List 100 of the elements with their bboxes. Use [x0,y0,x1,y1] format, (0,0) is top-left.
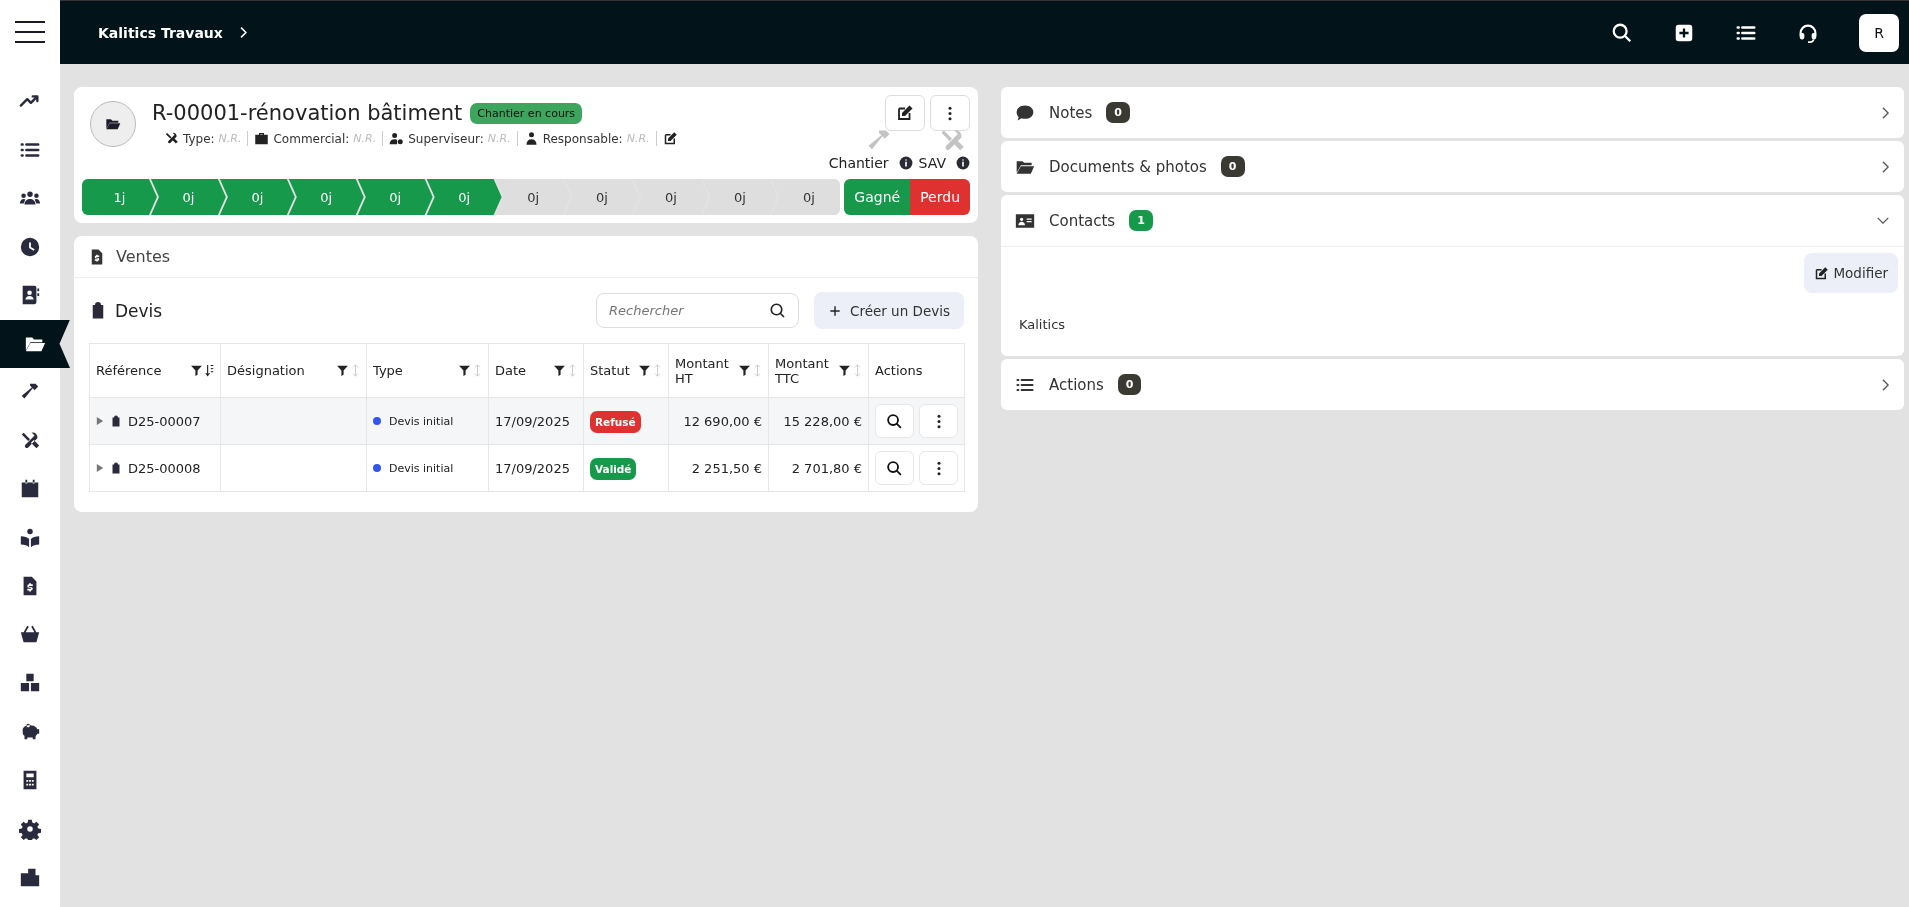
panel-title: Notes [1049,103,1093,122]
count-badge: 0 [1106,102,1130,123]
sort-icon[interactable] [205,363,214,378]
stage-step[interactable]: 0j [426,179,502,215]
count-badge: 1 [1129,210,1153,231]
chevron-right-icon[interactable] [1881,105,1890,120]
stage-step[interactable]: 0j [633,179,709,215]
column-header[interactable]: Référence [96,363,188,378]
view-button[interactable] [875,404,914,438]
expand-icon[interactable] [96,416,104,426]
meta-label: Responsable: [542,131,623,146]
view-button[interactable] [875,451,914,485]
stage-step[interactable]: 1j [82,179,157,215]
table-cell: 12 690,00 € [683,413,762,429]
filter-icon[interactable] [738,364,751,377]
stage-step[interactable]: 0j [288,179,364,215]
project-title: R-00001-rénovation bâtiment [152,101,463,125]
book-reader-icon [19,526,41,549]
table-cell: 17/09/2025 [495,413,570,429]
stage-step[interactable]: 0j [771,179,841,215]
clock-icon [19,235,41,258]
accordion-header[interactable]: Notes 0 [1001,87,1904,138]
stage-step[interactable]: 0j [702,179,778,215]
clipboard-icon [110,461,122,475]
search-field[interactable]: Rechercher [596,293,799,328]
briefcase-icon [254,131,270,146]
meta-label: Type: [183,131,215,146]
lost-button[interactable]: Perdu [910,179,970,215]
search-icon[interactable] [1611,21,1633,44]
more-vertical-icon [947,104,953,122]
clipboard-icon [110,414,122,428]
won-button[interactable]: Gagné [844,179,911,215]
meta-label: Commercial: [273,131,350,146]
table-cell: Devis initial [389,414,454,428]
info-icon[interactable] [898,156,913,170]
table-cell: 17/09/2025 [495,460,570,476]
column-header[interactable]: Statut [590,363,636,378]
search-icon [769,302,787,320]
chevron-right-icon[interactable] [1881,159,1890,174]
plus-icon [828,303,842,318]
edit-icon [896,104,914,122]
accordion-header[interactable]: Actions 0 [1001,359,1904,410]
status-badge: Chantier en cours [470,102,583,124]
status-badge: Validé [590,457,637,480]
edit-icon [1814,265,1830,281]
count-badge: 0 [1220,156,1245,177]
user-gear-icon [389,131,405,146]
stage-step[interactable]: 0j [150,179,226,215]
table-cell: D25-00008 [128,460,201,476]
search-icon [886,459,903,477]
table-cell: Devis initial [389,461,454,475]
sidebar-item[interactable] [0,319,70,368]
accordion-header[interactable]: Documents & photos 0 [1001,141,1904,192]
expand-icon[interactable] [96,463,104,473]
user-avatar[interactable]: R [1859,13,1899,52]
meta-value: N.R. [353,132,377,145]
filter-icon[interactable] [553,364,566,377]
chevron-right-icon [238,26,248,39]
filter-icon[interactable] [838,364,851,377]
filter-icon[interactable] [458,364,471,377]
more-vertical-icon [935,459,942,477]
panel-title: Actions [1049,375,1104,394]
column-header[interactable]: Date [495,363,551,378]
chevron-down-icon[interactable] [1876,216,1890,225]
edit-icon[interactable] [662,131,678,146]
column-header[interactable]: Type [373,363,456,378]
gear-icon [19,817,41,840]
filter-icon[interactable] [190,364,203,377]
more-vertical-icon [935,412,942,430]
contact-name[interactable]: Kalitics [1019,317,1066,332]
table-cell: D25-00007 [128,413,201,429]
create-quote-button[interactable]: Créer un Devis [814,292,964,329]
accordion-header[interactable]: Contacts 1 [1001,195,1904,246]
card-title: Ventes [116,247,171,266]
breadcrumb-link[interactable]: Kalitics Travaux [98,24,223,41]
stage-step[interactable]: 0j [219,179,295,215]
filter-icon[interactable] [336,364,349,377]
filter-icon[interactable] [638,364,651,377]
column-header[interactable]: Désignation [227,363,334,378]
stage-step[interactable]: 0j [564,179,640,215]
tools-icon [164,131,179,146]
panel-title: Contacts [1049,211,1116,230]
stage-step[interactable]: 0j [495,179,571,215]
edit-button[interactable] [885,95,925,131]
table-cell: 2 251,50 € [691,460,762,476]
meta-value: N.R. [487,132,511,145]
table-cell: 15 228,00 € [783,413,862,429]
status-badge: Refusé [590,410,641,433]
meta-label: Superviseur: [408,131,484,146]
count-badge: 0 [1117,374,1142,395]
module-label: Chantier [828,155,889,171]
table-cell: 2 701,80 € [791,460,862,476]
meta-value: N.R. [218,132,242,145]
info-icon[interactable] [956,156,970,170]
edit-button[interactable]: Modifier [1804,253,1898,293]
module-label: SAV [918,155,946,171]
panel-title: Documents & photos [1049,157,1207,176]
search-icon [886,412,903,430]
stage-step[interactable]: 0j [357,179,433,215]
chevron-right-icon[interactable] [1881,377,1890,392]
